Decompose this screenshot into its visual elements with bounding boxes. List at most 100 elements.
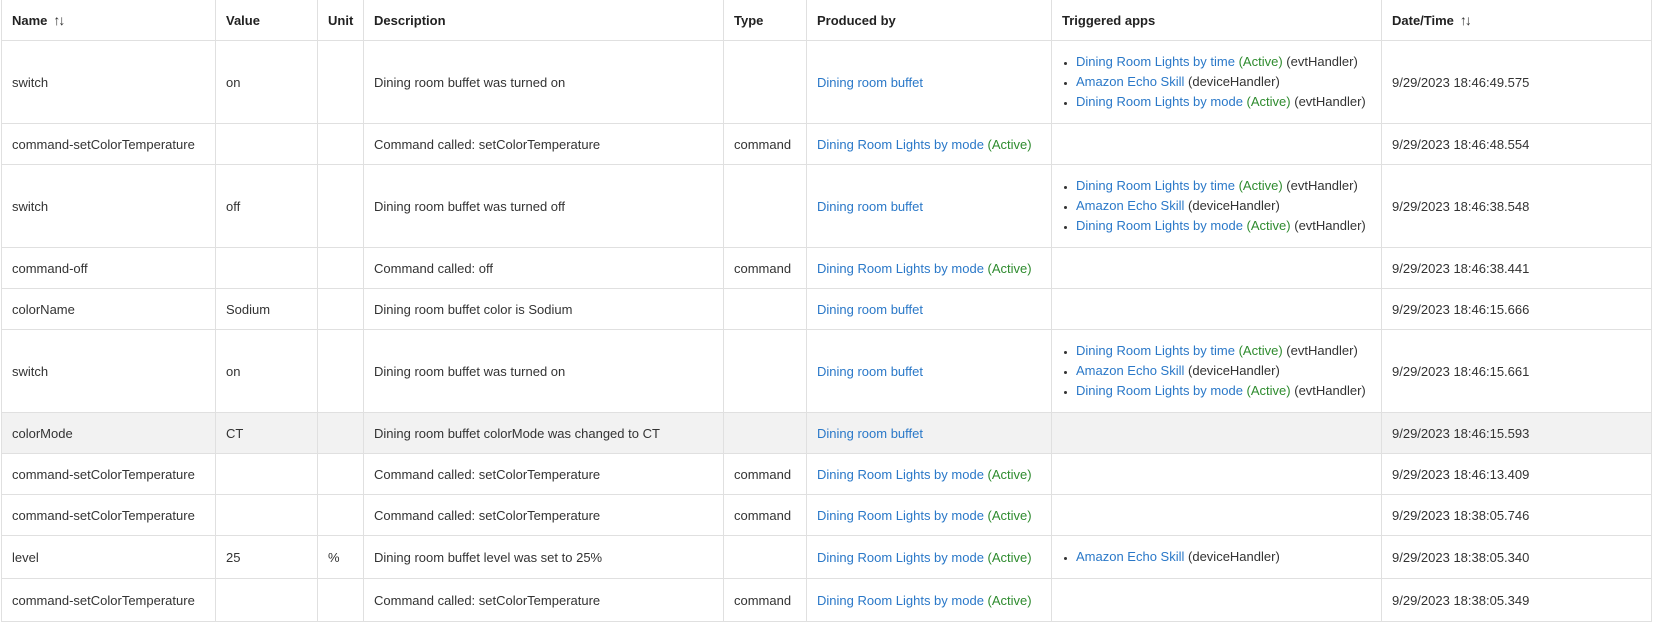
cell-produced-by: Dining Room Lights by mode (Active) — [806, 247, 1052, 289]
triggered-app-link[interactable]: Amazon Echo Skill — [1076, 74, 1184, 89]
triggered-app-link[interactable]: Dining Room Lights by time — [1076, 54, 1235, 69]
column-header-description: Description — [363, 0, 724, 41]
cell-produced-by: Dining room buffet — [806, 40, 1052, 124]
table-row[interactable]: switch on Dining room buffet was turned on… — [1, 329, 1652, 413]
cell-triggered-apps — [1051, 288, 1382, 330]
table-row[interactable]: command-setColorTemperature Command calle… — [1, 453, 1652, 495]
list-item: Dining Room Lights by time (Active) (evt… — [1076, 52, 1371, 72]
handler-label: (deviceHandler) — [1188, 363, 1280, 378]
cell-type — [723, 535, 807, 579]
table-row[interactable]: switch off Dining room buffet was turned o… — [1, 164, 1652, 248]
cell-value: 25 — [215, 535, 318, 579]
cell-description: Dining room buffet level was set to 25% — [363, 535, 724, 579]
cell-type: command — [723, 578, 807, 622]
cell-value — [215, 494, 318, 536]
column-header-value: Value — [215, 0, 318, 41]
table-row[interactable]: command-setColorTemperature Command calle… — [1, 123, 1652, 165]
cell-description: Command called: setColorTemperature — [363, 578, 724, 622]
events-table: Name ↑↓ Value Unit Description Type Produ… — [1, 0, 1652, 622]
produced-by-link[interactable]: Dining room buffet — [817, 364, 923, 379]
active-status: (Active) — [1238, 54, 1283, 69]
sort-icon[interactable]: ↑↓ — [1460, 12, 1472, 28]
table-row[interactable]: colorName Sodium Dining room buffet color … — [1, 288, 1652, 330]
triggered-app-link[interactable]: Dining Room Lights by mode — [1076, 218, 1243, 233]
cell-datetime: 9/29/2023 18:46:38.548 — [1381, 164, 1652, 248]
produced-by-link[interactable]: Dining room buffet — [817, 302, 923, 317]
produced-by-link[interactable]: Dining room buffet — [817, 75, 923, 90]
produced-by-link[interactable]: Dining Room Lights by mode — [817, 508, 984, 523]
cell-unit — [317, 412, 364, 454]
triggered-app-link[interactable]: Amazon Echo Skill — [1076, 549, 1184, 564]
triggered-app-link[interactable]: Dining Room Lights by mode — [1076, 94, 1243, 109]
cell-description: Command called: setColorTemperature — [363, 123, 724, 165]
cell-datetime: 9/29/2023 18:38:05.746 — [1381, 494, 1652, 536]
active-status: (Active) — [1246, 94, 1291, 109]
cell-name: colorName — [1, 288, 216, 330]
cell-type: command — [723, 123, 807, 165]
table-row[interactable]: command-setColorTemperature Command calle… — [1, 578, 1652, 622]
cell-produced-by: Dining room buffet — [806, 288, 1052, 330]
active-status: (Active) — [1238, 343, 1283, 358]
produced-by-link[interactable]: Dining room buffet — [817, 426, 923, 441]
cell-description: Command called: setColorTemperature — [363, 453, 724, 495]
produced-by-link[interactable]: Dining room buffet — [817, 199, 923, 214]
triggered-app-link[interactable]: Dining Room Lights by time — [1076, 178, 1235, 193]
cell-value: CT — [215, 412, 318, 454]
cell-triggered-apps — [1051, 494, 1382, 536]
triggered-app-link[interactable]: Dining Room Lights by time — [1076, 343, 1235, 358]
sort-icon[interactable]: ↑↓ — [53, 12, 65, 28]
cell-value — [215, 453, 318, 495]
cell-type — [723, 40, 807, 124]
cell-datetime: 9/29/2023 18:46:15.661 — [1381, 329, 1652, 413]
cell-description: Command called: off — [363, 247, 724, 289]
produced-by-link[interactable]: Dining Room Lights by mode — [817, 550, 984, 565]
cell-unit — [317, 164, 364, 248]
table-row[interactable]: command-setColorTemperature Command calle… — [1, 494, 1652, 536]
cell-type: command — [723, 453, 807, 495]
cell-produced-by: Dining Room Lights by mode (Active) — [806, 578, 1052, 622]
cell-triggered-apps — [1051, 412, 1382, 454]
triggered-app-link[interactable]: Amazon Echo Skill — [1076, 363, 1184, 378]
handler-label: (evtHandler) — [1294, 94, 1366, 109]
list-item: Dining Room Lights by mode (Active) (evt… — [1076, 381, 1371, 401]
column-header-datetime[interactable]: Date/Time ↑↓ — [1381, 0, 1652, 41]
column-header-type: Type — [723, 0, 807, 41]
cell-datetime: 9/29/2023 18:38:05.349 — [1381, 578, 1652, 622]
cell-produced-by: Dining Room Lights by mode (Active) — [806, 535, 1052, 579]
table-row[interactable]: colorMode CT Dining room buffet colorMode … — [1, 412, 1652, 454]
active-status: (Active) — [987, 592, 1032, 608]
cell-description: Dining room buffet was turned on — [363, 40, 724, 124]
cell-datetime: 9/29/2023 18:38:05.340 — [1381, 535, 1652, 579]
active-status: (Active) — [987, 549, 1032, 565]
table-row[interactable]: level 25% Dining room buffet level was set… — [1, 535, 1652, 579]
cell-name: command-setColorTemperature — [1, 578, 216, 622]
table-row[interactable]: command-off Command called: off command Din… — [1, 247, 1652, 289]
cell-datetime: 9/29/2023 18:46:49.575 — [1381, 40, 1652, 124]
cell-value — [215, 578, 318, 622]
cell-description: Command called: setColorTemperature — [363, 494, 724, 536]
triggered-app-link[interactable]: Dining Room Lights by mode — [1076, 383, 1243, 398]
cell-name: command-off — [1, 247, 216, 289]
cell-produced-by: Dining Room Lights by mode (Active) — [806, 123, 1052, 165]
cell-value — [215, 123, 318, 165]
produced-by-link[interactable]: Dining Room Lights by mode — [817, 593, 984, 608]
cell-datetime: 9/29/2023 18:46:13.409 — [1381, 453, 1652, 495]
active-status: (Active) — [1238, 178, 1283, 193]
list-item: Dining Room Lights by mode (Active) (evt… — [1076, 92, 1371, 112]
list-item: Dining Room Lights by time (Active) (evt… — [1076, 341, 1371, 361]
triggered-apps-list: Dining Room Lights by time (Active) (evt… — [1062, 341, 1371, 401]
table-row[interactable]: switch on Dining room buffet was turned on… — [1, 40, 1652, 124]
cell-unit — [317, 578, 364, 622]
produced-by-link[interactable]: Dining Room Lights by mode — [817, 261, 984, 276]
cell-datetime: 9/29/2023 18:46:15.666 — [1381, 288, 1652, 330]
handler-label: (evtHandler) — [1294, 383, 1366, 398]
triggered-app-link[interactable]: Amazon Echo Skill — [1076, 198, 1184, 213]
produced-by-link[interactable]: Dining Room Lights by mode — [817, 137, 984, 152]
column-header-name[interactable]: Name ↑↓ — [1, 0, 216, 41]
produced-by-link[interactable]: Dining Room Lights by mode — [817, 467, 984, 482]
handler-label: (evtHandler) — [1286, 178, 1358, 193]
triggered-apps-list: Amazon Echo Skill (deviceHandler) — [1062, 547, 1371, 567]
list-item: Amazon Echo Skill (deviceHandler) — [1076, 196, 1371, 216]
cell-name: command-setColorTemperature — [1, 494, 216, 536]
cell-triggered-apps: Dining Room Lights by time (Active) (evt… — [1051, 164, 1382, 248]
